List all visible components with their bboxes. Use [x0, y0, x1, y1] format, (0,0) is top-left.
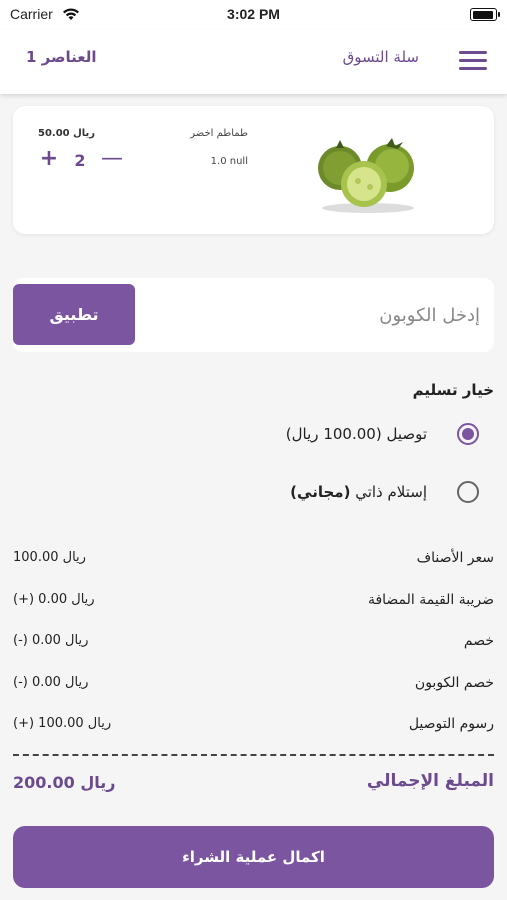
quantity-value: 2 [74, 151, 86, 170]
total-row: المبلغ الإجمالي 200.00 ريال [13, 771, 494, 799]
dashed-divider [13, 754, 494, 756]
total-value: 200.00 ريال [13, 773, 116, 792]
summary-label: رسوم التوصيل [408, 716, 494, 732]
page-title: سلة التسوق [342, 48, 419, 66]
delivery-option-delivery[interactable]: توصيل (100.00 ريال) [286, 421, 479, 447]
coupon-input[interactable] [134, 278, 494, 352]
summary-label: ضريبة القيمة المضافة [367, 592, 494, 608]
status-time: 3:02 PM [227, 6, 280, 22]
summary-label: سعر الأصناف [416, 550, 494, 566]
summary-value: (-) 0.00 ريال [13, 675, 89, 690]
summary-value: (-) 0.00 ريال [13, 633, 89, 648]
battery-icon [470, 8, 500, 21]
status-bar: Carrier 3:02 PM [0, 0, 507, 30]
delivery-options-title: خيار تسليم [412, 381, 494, 399]
plus-icon[interactable]: + [39, 148, 59, 170]
summary-label: خصم [463, 633, 494, 649]
nav-bar: 1 العناصر سلة التسوق [0, 30, 507, 94]
delivery-option-price: (100.00 ريال) [285, 425, 382, 443]
checkout-button[interactable]: اكمال عملية الشراء [13, 826, 494, 888]
delivery-option-label: توصيل [386, 425, 427, 443]
summary-value: (+) 100.00 ريال [13, 716, 112, 731]
delivery-option-pickup[interactable]: إستلام ذاتي (مجاني) [290, 479, 479, 505]
summary-value: 100.00 ريال [13, 550, 86, 565]
coupon-row: تطبيق [13, 278, 494, 352]
product-price: 50.00 ريال [38, 128, 96, 139]
summary-row-discount: خصم (-) 0.00 ريال [13, 633, 494, 655]
hamburger-menu-icon[interactable] [459, 51, 487, 71]
pickup-option-label: إستلام ذاتي [355, 483, 427, 501]
summary-row-coupon-discount: خصم الكوبون (-) 0.00 ريال [13, 675, 494, 697]
product-name: طماطم اخضر [190, 128, 248, 139]
cart-items-count: 1 العناصر [26, 48, 97, 66]
product-image [312, 134, 424, 214]
radio-unselected-icon[interactable] [457, 481, 479, 503]
product-weight: 1.0 null [210, 156, 248, 167]
pickup-option-price: (مجاني) [290, 483, 351, 501]
apply-coupon-button[interactable]: تطبيق [13, 284, 135, 345]
total-label: المبلغ الإجمالي [366, 771, 494, 791]
summary-value: (+) 0.00 ريال [13, 592, 95, 607]
summary-row-items-price: سعر الأصناف 100.00 ريال [13, 550, 494, 572]
summary-row-delivery-fee: رسوم التوصيل (+) 100.00 ريال [13, 716, 494, 738]
summary-label: خصم الكوبون [414, 675, 494, 691]
summary-row-vat: ضريبة القيمة المضافة (+) 0.00 ريال [13, 592, 494, 614]
minus-icon[interactable]: — [101, 148, 123, 170]
radio-selected-icon[interactable] [457, 423, 479, 445]
cart-item-card: طماطم اخضر 1.0 null 50.00 ريال + 2 — [13, 106, 494, 234]
